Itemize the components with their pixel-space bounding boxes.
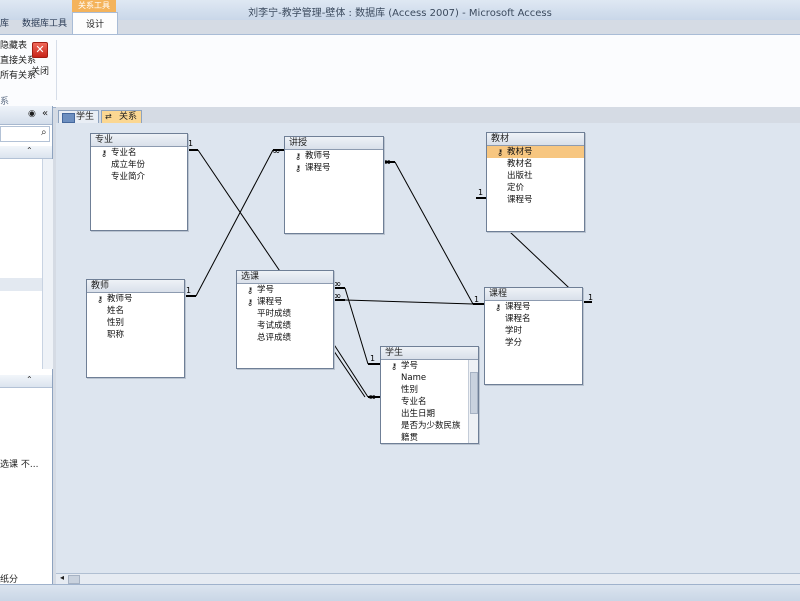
rel-label-many: ∞ (383, 157, 391, 168)
rel-line-enroll-student-2 (332, 342, 369, 398)
field-row[interactable]: 专业简介 (91, 171, 187, 183)
field-row[interactable]: 学分 (485, 337, 582, 349)
table-student[interactable]: 学生 ⚷ 学号 Name 性别 专业名 出生日期 是否为少数民族 籍贯 (380, 346, 479, 444)
field-row[interactable]: 课程号 (487, 194, 584, 206)
field-row[interactable]: 是否为少数民族 (381, 420, 478, 432)
field-row[interactable]: 专业名 (381, 396, 478, 408)
scrollbar-thumb[interactable] (470, 372, 478, 414)
table-course[interactable]: 课程 ⚷ 课程号 课程名 学时 学分 (484, 287, 583, 385)
field-row[interactable]: 姓名 (87, 305, 184, 317)
field-label: 教材号 (507, 147, 533, 157)
field-label: 课程号 (257, 297, 283, 307)
field-label: 学号 (257, 285, 275, 295)
rel-label-many: ∞ (368, 392, 376, 403)
rel-label-one: 1 (478, 188, 483, 197)
field-row[interactable]: 出版社 (487, 170, 584, 182)
key-icon: ⚷ (101, 149, 108, 159)
table-textbook[interactable]: 教材 ⚷ 教材号 教材名 出版社 定价 课程号 (486, 132, 585, 232)
field-row[interactable]: ⚷ 教师号 (87, 293, 184, 305)
key-icon: ⚷ (247, 298, 254, 308)
field-row[interactable]: 职称 (87, 329, 184, 341)
table-scrollbar[interactable] (468, 360, 478, 443)
key-icon: ⚷ (295, 164, 302, 174)
key-icon: ⚷ (497, 148, 504, 158)
rel-label-one: 1 (370, 354, 375, 363)
field-row[interactable]: 考试成绩 (237, 320, 333, 332)
field-label: 学号 (401, 361, 419, 371)
table-title[interactable]: 讲授 (285, 137, 383, 150)
table-enrollment[interactable]: 选课 ⚷ 学号 ⚷ 课程号 平时成绩 考试成绩 总评成绩 (236, 270, 334, 369)
field-row[interactable]: 性别 (87, 317, 184, 329)
table-teacher[interactable]: 教师 ⚷ 教师号 姓名 性别 职称 (86, 279, 185, 378)
field-row[interactable]: ⚷ 课程号 (237, 296, 333, 308)
field-label: 教师号 (305, 151, 331, 161)
rel-line-enroll-course (344, 299, 474, 305)
field-row[interactable]: ⚷ 教师号 (285, 150, 383, 162)
field-row[interactable]: ⚷ 课程号 (285, 162, 383, 174)
table-teaches[interactable]: 讲授 ⚷ 教师号 ⚷ 课程号 (284, 136, 384, 234)
table-title[interactable]: 教师 (87, 280, 184, 293)
field-row[interactable]: 籍贯 (381, 432, 478, 443)
horizontal-scrollbar[interactable]: ◂ (56, 573, 800, 584)
table-title[interactable]: 选课 (237, 271, 333, 284)
field-row[interactable]: 总评成绩 (237, 332, 333, 344)
rel-label-many: ∞ (272, 146, 280, 157)
field-label: 教师号 (107, 294, 133, 304)
field-row[interactable]: ⚷ 学号 (237, 284, 333, 296)
rel-label-one: 1 (474, 295, 479, 304)
rel-label-many: ∞ (333, 291, 341, 302)
table-title[interactable]: 教材 (487, 133, 584, 146)
key-icon: ⚷ (495, 303, 502, 313)
field-row[interactable]: 出生日期 (381, 408, 478, 420)
field-label: 课程号 (505, 302, 531, 312)
field-row[interactable]: 定价 (487, 182, 584, 194)
field-row[interactable]: 性别 (381, 384, 478, 396)
rel-line-teach-course (394, 161, 474, 305)
field-label: 专业名 (111, 148, 137, 158)
rel-label-many: ∞ (333, 279, 341, 290)
key-icon: ⚷ (295, 152, 302, 162)
field-row[interactable]: Name (381, 372, 478, 384)
field-row[interactable]: 平时成绩 (237, 308, 333, 320)
rel-line-enroll-student (344, 287, 369, 365)
field-row[interactable]: 学时 (485, 325, 582, 337)
field-row[interactable]: ⚷ 专业名 (91, 147, 187, 159)
field-row[interactable]: 课程名 (485, 313, 582, 325)
field-label: 课程号 (305, 163, 331, 173)
field-row[interactable]: 教材名 (487, 158, 584, 170)
table-title[interactable]: 专业 (91, 134, 187, 147)
key-icon: ⚷ (97, 295, 104, 305)
field-row[interactable]: ⚷ 学号 (381, 360, 478, 372)
field-row[interactable]: ⚷ 课程号 (485, 301, 582, 313)
scroll-left-icon[interactable]: ◂ (60, 573, 64, 582)
table-title[interactable]: 学生 (381, 347, 478, 360)
key-icon: ⚷ (247, 286, 254, 296)
scrollbar-thumb[interactable] (68, 575, 80, 584)
rel-label-one: 1 (588, 293, 593, 302)
rel-label-one: 1 (186, 286, 191, 295)
key-icon: ⚷ (391, 362, 398, 372)
field-row[interactable]: ⚷ 教材号 (487, 146, 584, 158)
table-major[interactable]: 专业 ⚷ 专业名 成立年份 专业简介 (90, 133, 188, 231)
table-title[interactable]: 课程 (485, 288, 582, 301)
field-row[interactable]: 成立年份 (91, 159, 187, 171)
rel-label-one: 1 (188, 139, 193, 148)
status-bar (0, 584, 800, 601)
